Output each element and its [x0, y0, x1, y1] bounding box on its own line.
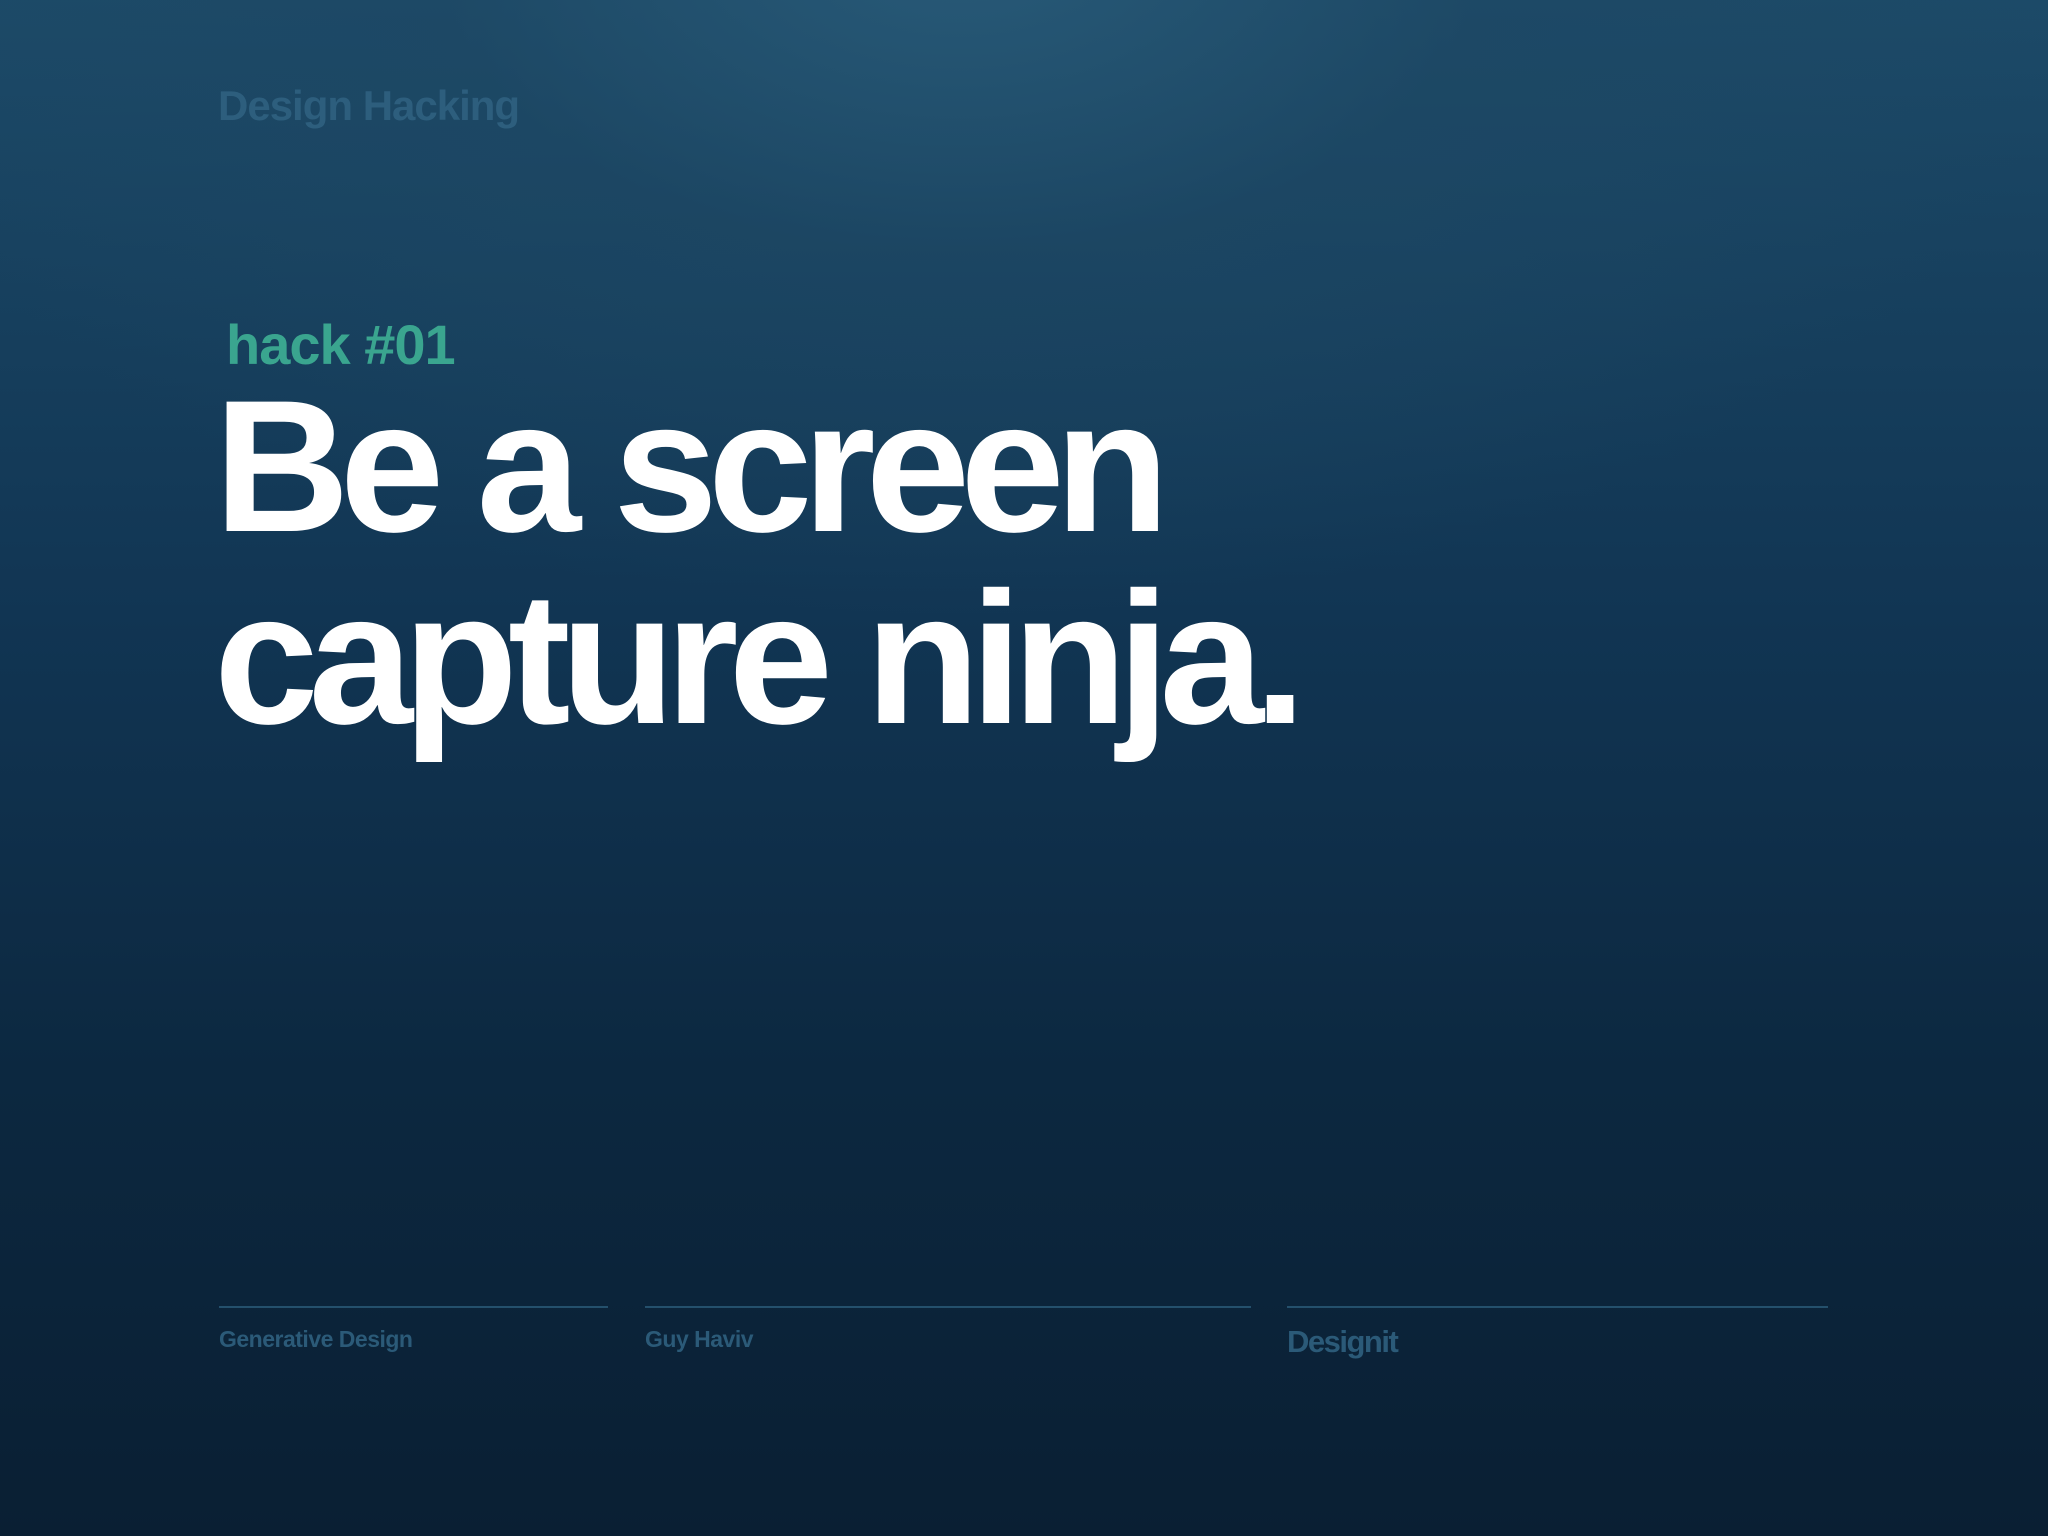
slide-headline: Be a screen capture ninja. — [214, 361, 1306, 763]
footer-company-logo: Designit — [1287, 1306, 1828, 1360]
deck-title: Design Hacking — [218, 82, 520, 129]
headline-line-2: capture ninja. — [214, 553, 1306, 763]
headline-line-1: Be a screen — [214, 361, 1170, 571]
footer-topic: Generative Design — [219, 1306, 608, 1353]
presentation-slide: Design Hacking hack #01 Be a screen capt… — [0, 0, 2048, 1536]
footer-author: Guy Haviv — [645, 1306, 1251, 1353]
